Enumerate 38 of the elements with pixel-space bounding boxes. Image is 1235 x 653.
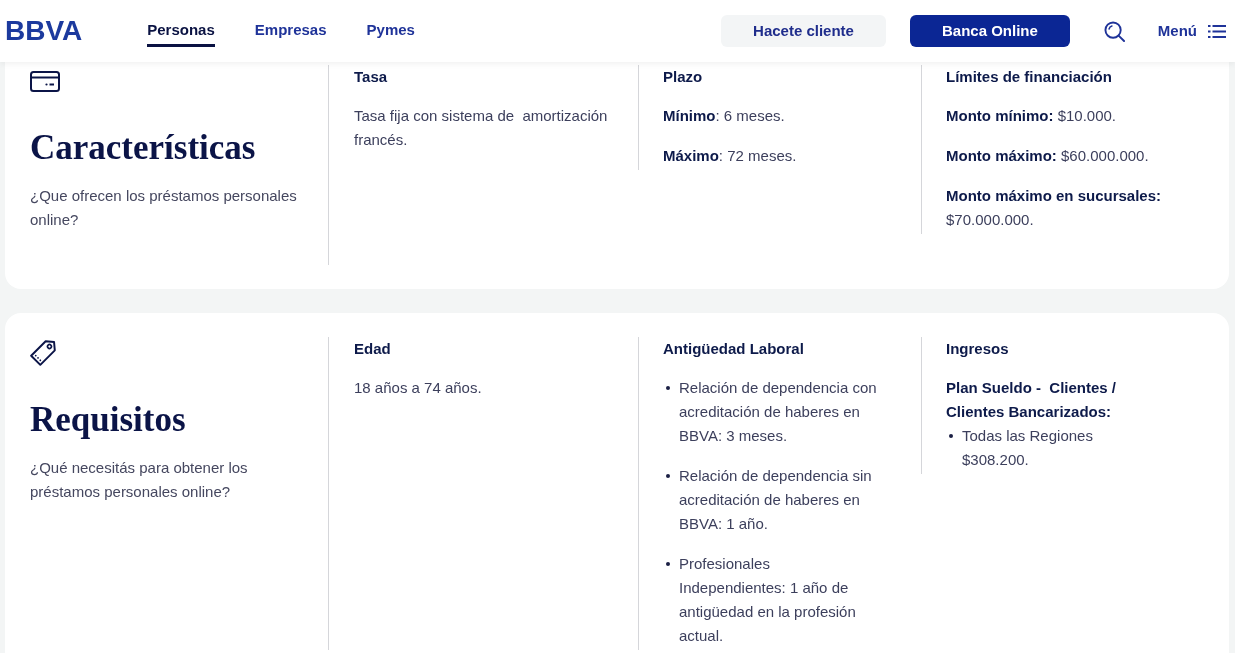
bullet-icon [666, 386, 670, 390]
online-banking-button[interactable]: Banca Online [909, 15, 1070, 47]
search-icon [1103, 20, 1125, 42]
menu-icon [1208, 24, 1226, 38]
column-heading: Límites de financiación [946, 67, 1113, 87]
column-heading: Antigüedad Laboral [663, 339, 805, 359]
bullet-icon [949, 434, 953, 438]
list-item-text: Todas las Regiones $308.200. [962, 426, 1094, 470]
search-button[interactable] [1103, 20, 1125, 42]
info-text: Tasa fija con sistema de amortización francés. [354, 106, 609, 150]
tag-icon [30, 340, 56, 366]
bullet-icon [666, 562, 670, 566]
column-heading: Plazo [663, 67, 704, 87]
logo[interactable]: BBVA [5, 17, 83, 45]
section-title: Requisitos [30, 400, 187, 440]
list-item-text: Relación de dependencia con acreditación de haberes en BBVA: 3 meses. [679, 378, 878, 446]
menu-button[interactable]: Menú [1157, 22, 1226, 40]
section-subtitle: ¿Que ofrecen los préstamos personales online? [30, 186, 298, 230]
bullet-icon [666, 474, 670, 478]
info-text: Monto mínimo: $10.000. [946, 106, 1118, 126]
list-item-text: Profesionales Independientes: 1 año de antigüedad en la profesión actual. [679, 554, 857, 646]
nav-tab[interactable]: Pymes [366, 21, 415, 47]
column-heading: Tasa [354, 67, 389, 87]
info-text: Mínimo: 6 meses. [663, 106, 786, 126]
info-text: Monto máximo en sucursales: $70.000.000. [946, 186, 1163, 230]
credit-card-icon [30, 70, 60, 92]
signup-button[interactable]: Hacete cliente [721, 15, 886, 47]
list-item-text: Relación de dependencia sin acreditación de haberes en BBVA: 1 año. [679, 466, 873, 534]
info-text: 18 años a 74 años. [354, 378, 483, 398]
nav-tab[interactable]: Empresas [254, 21, 327, 47]
info-text: Máximo: 72 meses. [663, 146, 798, 166]
info-subheading: Plan Sueldo - Clientes / Clientes Bancarizados: [946, 378, 1118, 422]
nav-tab[interactable]: Personas [147, 21, 215, 47]
column-heading: Edad [354, 339, 392, 359]
section-title: Características [30, 128, 257, 168]
column-heading: Ingresos [946, 339, 1010, 359]
info-text: Monto máximo: $60.000.000. [946, 146, 1150, 166]
section-subtitle: ¿Qué necesitás para obtener los préstamos personales online? [30, 458, 249, 502]
